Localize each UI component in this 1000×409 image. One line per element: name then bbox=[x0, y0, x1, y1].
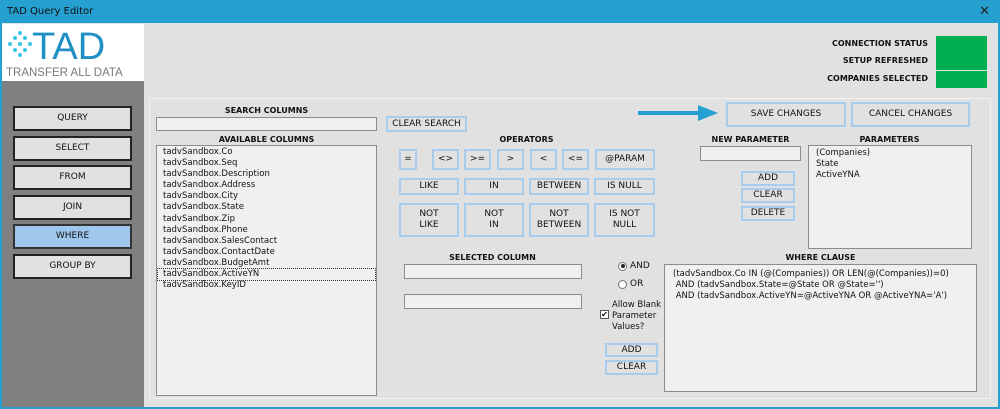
operators-label: OPERATORS bbox=[499, 135, 554, 144]
svg-text:TAD: TAD bbox=[32, 26, 105, 68]
operator-not-in-button[interactable]: NOT IN bbox=[464, 203, 524, 237]
sidebar-item-where[interactable]: WHERE bbox=[13, 224, 132, 249]
svg-text:TRANSFER ALL DATA: TRANSFER ALL DATA bbox=[6, 67, 123, 79]
list-item[interactable]: tadvSandbox.State bbox=[163, 202, 370, 213]
parameters-list[interactable]: (Companies) State ActiveYNA bbox=[808, 145, 972, 249]
save-changes-button[interactable]: SAVE CHANGES bbox=[726, 102, 846, 127]
new-parameter-label: NEW PARAMETER bbox=[711, 135, 790, 144]
operator-is-not-null-button[interactable]: IS NOT NULL bbox=[594, 203, 655, 237]
allow-blank-label: Allow Blank Parameter Values? bbox=[612, 300, 661, 333]
clear-search-button[interactable]: CLEAR SEARCH bbox=[386, 116, 467, 132]
sidebar-item-select[interactable]: SELECT bbox=[13, 136, 132, 161]
list-item[interactable]: tadvSandbox.BudgetAmt bbox=[163, 258, 370, 269]
list-item[interactable]: tadvSandbox.KeyID bbox=[163, 280, 370, 291]
list-item[interactable]: (Companies) bbox=[816, 148, 964, 159]
parameter-add-button[interactable]: ADD bbox=[741, 171, 795, 186]
tad-logo: TAD TRANSFER ALL DATA bbox=[2, 24, 144, 81]
button-text: NULL bbox=[612, 220, 637, 230]
connection-status-label: CONNECTION STATUS bbox=[832, 39, 928, 48]
list-item[interactable]: tadvSandbox.SalesContact bbox=[163, 236, 370, 247]
list-item[interactable]: tadvSandbox.ActiveYN bbox=[157, 268, 376, 282]
operator-equals-button[interactable]: = bbox=[399, 149, 417, 170]
setup-refreshed-label: SETUP REFRESHED bbox=[842, 56, 928, 65]
radio-selected-icon bbox=[618, 261, 627, 271]
allow-blank-text: Allow Blank bbox=[612, 300, 662, 310]
list-item[interactable]: tadvSandbox.ContactDate bbox=[163, 247, 370, 258]
sidebar-item-group-by[interactable]: GROUP BY bbox=[13, 254, 132, 279]
list-item[interactable]: tadvSandbox.Address bbox=[163, 180, 370, 191]
operator-gte-button[interactable]: >= bbox=[464, 149, 491, 170]
arrow-icon bbox=[638, 105, 718, 121]
list-item[interactable]: tadvSandbox.Seq bbox=[163, 158, 370, 169]
and-radio[interactable]: AND bbox=[618, 261, 650, 271]
button-text: BETWEEN bbox=[536, 220, 582, 230]
list-item[interactable]: tadvSandbox.Description bbox=[163, 169, 370, 180]
operator-gt-button[interactable]: > bbox=[497, 149, 524, 170]
or-radio[interactable]: OR bbox=[618, 279, 643, 289]
selected-column-input[interactable] bbox=[404, 264, 582, 279]
list-item[interactable]: tadvSandbox.Phone bbox=[163, 225, 370, 236]
sidebar-item-query[interactable]: QUERY bbox=[13, 106, 132, 131]
radio-unselected-icon bbox=[618, 279, 627, 289]
where-clause-label: WHERE CLAUSE bbox=[785, 253, 856, 262]
list-item[interactable]: State bbox=[816, 159, 964, 170]
button-text: NOT bbox=[419, 209, 439, 219]
where-line: (tadvSandbox.Co IN (@(Companies)) OR LEN… bbox=[673, 269, 949, 279]
title-bar: TAD Query Editor bbox=[0, 0, 1000, 23]
sidebar-item-join[interactable]: JOIN bbox=[13, 195, 132, 220]
list-item[interactable]: ActiveYNA bbox=[816, 170, 964, 181]
setup-refreshed-indicator bbox=[936, 53, 987, 70]
allow-blank-text: Parameter bbox=[612, 311, 657, 321]
connection-status-indicator bbox=[936, 36, 987, 53]
window-title: TAD Query Editor bbox=[7, 6, 94, 17]
list-item[interactable]: tadvSandbox.Co bbox=[163, 147, 370, 158]
where-clear-button[interactable]: CLEAR bbox=[605, 360, 658, 375]
available-columns-label: AVAILABLE COLUMNS bbox=[218, 135, 315, 144]
button-text: IS NOT bbox=[609, 209, 640, 219]
sidebar: QUERY SELECT FROM JOIN WHERE GROUP BY bbox=[2, 81, 144, 407]
operator-param-button[interactable]: @PARAM bbox=[595, 149, 655, 170]
operator-not-between-button[interactable]: NOT BETWEEN bbox=[529, 203, 589, 237]
where-line: AND (tadvSandbox.ActiveYN=@ActiveYNA OR … bbox=[673, 291, 948, 301]
available-columns-list[interactable]: tadvSandbox.Co tadvSandbox.Seq tadvSandb… bbox=[156, 145, 377, 396]
cancel-changes-button[interactable]: CANCEL CHANGES bbox=[851, 102, 970, 127]
button-text: NOT bbox=[484, 209, 504, 219]
operator-lt-button[interactable]: < bbox=[530, 149, 557, 170]
operator-not-equal-button[interactable]: <> bbox=[432, 149, 459, 170]
operator-lte-button[interactable]: <= bbox=[562, 149, 589, 170]
and-label: AND bbox=[630, 261, 650, 271]
operator-not-like-button[interactable]: NOT LIKE bbox=[399, 203, 459, 237]
parameter-clear-button[interactable]: CLEAR bbox=[741, 188, 795, 203]
parameters-label: PARAMETERS bbox=[859, 135, 920, 144]
operator-in-button[interactable]: IN bbox=[464, 178, 524, 195]
button-text: LIKE bbox=[419, 220, 439, 230]
new-parameter-input[interactable] bbox=[700, 146, 801, 161]
operator-between-button[interactable]: BETWEEN bbox=[529, 178, 589, 195]
or-label: OR bbox=[630, 279, 644, 289]
operator-is-null-button[interactable]: IS NULL bbox=[594, 178, 655, 195]
where-add-button[interactable]: ADD bbox=[605, 343, 658, 357]
selected-column-label: SELECTED COLUMN bbox=[449, 253, 536, 262]
close-icon[interactable]: ✕ bbox=[979, 0, 990, 23]
list-item[interactable]: tadvSandbox.City bbox=[163, 191, 370, 202]
button-text: NOT bbox=[549, 209, 569, 219]
companies-selected-indicator bbox=[936, 71, 987, 88]
button-text: IN bbox=[489, 220, 499, 230]
where-clause-textarea[interactable]: (tadvSandbox.Co IN (@(Companies)) OR LEN… bbox=[664, 264, 977, 392]
where-line: AND (tadvSandbox.State=@State OR @State=… bbox=[673, 280, 884, 290]
list-item[interactable]: tadvSandbox.Zip bbox=[163, 214, 370, 225]
parameter-delete-button[interactable]: DELETE bbox=[741, 206, 795, 221]
selected-column-value-input[interactable] bbox=[404, 294, 582, 309]
sidebar-item-from[interactable]: FROM bbox=[13, 165, 132, 190]
allow-blank-text: Values? bbox=[612, 322, 645, 332]
companies-selected-label: COMPANIES SELECTED bbox=[827, 74, 928, 83]
search-columns-input[interactable] bbox=[156, 117, 377, 131]
operator-like-button[interactable]: LIKE bbox=[399, 178, 459, 195]
search-columns-label: SEARCH COLUMNS bbox=[224, 106, 309, 115]
allow-blank-checkbox[interactable]: ✔ bbox=[600, 310, 609, 319]
